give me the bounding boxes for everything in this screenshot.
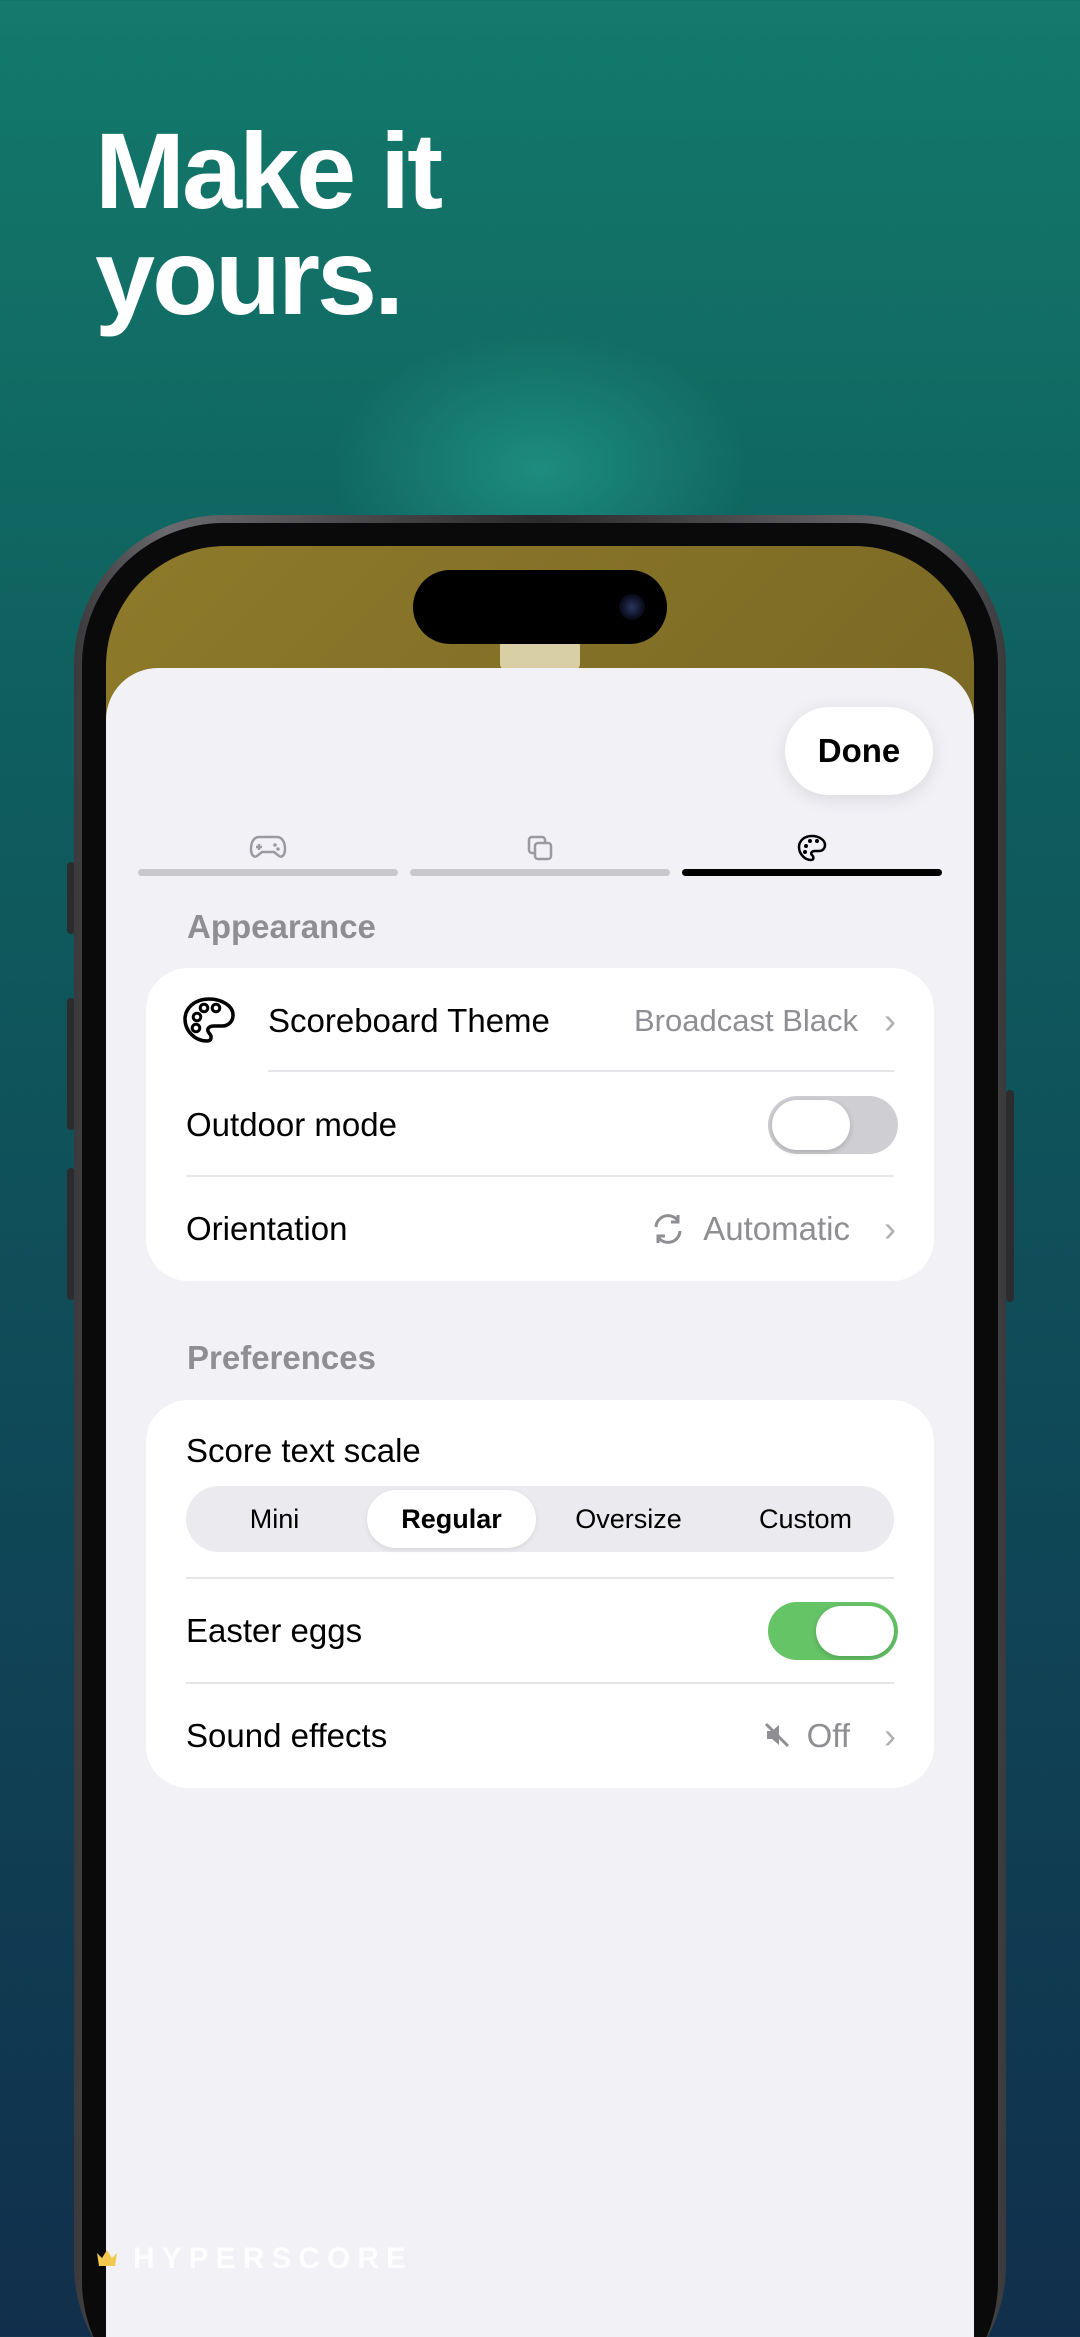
phone-power-button (1006, 1090, 1014, 1302)
done-button[interactable]: Done (785, 707, 933, 795)
toggle-knob (816, 1605, 894, 1656)
speaker-muted-icon (762, 1720, 792, 1755)
orientation-row[interactable]: Orientation Automatic › (146, 1176, 934, 1281)
copy-icon (526, 834, 554, 867)
segment-oversize[interactable]: Oversize (544, 1490, 713, 1548)
sound-effects-row[interactable]: Sound effects Off › (146, 1683, 934, 1788)
crown-icon (95, 2242, 119, 2276)
easter-eggs-label: Easter eggs (186, 1611, 363, 1649)
section-title-preferences: Preferences (187, 1339, 376, 1376)
scoreboard-theme-label: Scoreboard Theme (268, 1001, 550, 1039)
brand-watermark: HYPERSCORE (95, 2242, 413, 2276)
sound-effects-label: Sound effects (186, 1716, 388, 1754)
headline-line-1: Make it (95, 110, 443, 231)
dynamic-island (413, 570, 667, 644)
segment-custom[interactable]: Custom (721, 1490, 890, 1548)
segment-mini[interactable]: Mini (190, 1490, 359, 1548)
chevron-right-icon: › (884, 1714, 896, 1756)
brand-name: HYPERSCORE (133, 2242, 414, 2275)
tab-indicator (410, 869, 670, 876)
section-title-appearance: Appearance (187, 908, 376, 945)
tab-appearance[interactable] (682, 826, 942, 876)
sound-effects-value: Off (806, 1716, 850, 1754)
chevron-right-icon: › (884, 999, 896, 1041)
appearance-card: Scoreboard Theme Broadcast Black › Outdo… (146, 968, 934, 1281)
scoreboard-theme-row[interactable]: Scoreboard Theme Broadcast Black › (146, 968, 934, 1073)
orientation-label: Orientation (186, 1209, 348, 1247)
easter-eggs-toggle[interactable] (768, 1601, 898, 1660)
scoreboard-theme-value: Broadcast Black (634, 1002, 858, 1038)
camera-icon (619, 594, 645, 620)
orientation-value: Automatic (703, 1209, 850, 1247)
easter-eggs-row: Easter eggs (146, 1578, 934, 1683)
palette-icon (797, 834, 827, 867)
score-text-scale-label: Score text scale (186, 1432, 421, 1469)
palette-icon (182, 996, 236, 1049)
background-content (500, 640, 580, 670)
gamepad-icon (249, 834, 287, 865)
headline-line-2: yours. (95, 216, 404, 337)
tab-indicator (138, 869, 398, 876)
tab-indicator-active (682, 869, 942, 876)
outdoor-mode-row: Outdoor mode (146, 1072, 934, 1177)
headline: Make it yours. (95, 110, 443, 337)
toggle-knob (772, 1099, 850, 1150)
rotate-icon (650, 1212, 686, 1251)
score-text-scale-segmented-control: Mini Regular Oversize Custom (186, 1486, 894, 1552)
outdoor-mode-label: Outdoor mode (186, 1105, 397, 1143)
preferences-card: Score text scale Mini Regular Oversize C… (146, 1400, 934, 1788)
outdoor-mode-toggle[interactable] (768, 1095, 898, 1154)
segment-regular[interactable]: Regular (367, 1490, 536, 1548)
tab-game[interactable] (138, 826, 398, 876)
chevron-right-icon: › (884, 1207, 896, 1249)
tab-copy[interactable] (410, 826, 670, 876)
